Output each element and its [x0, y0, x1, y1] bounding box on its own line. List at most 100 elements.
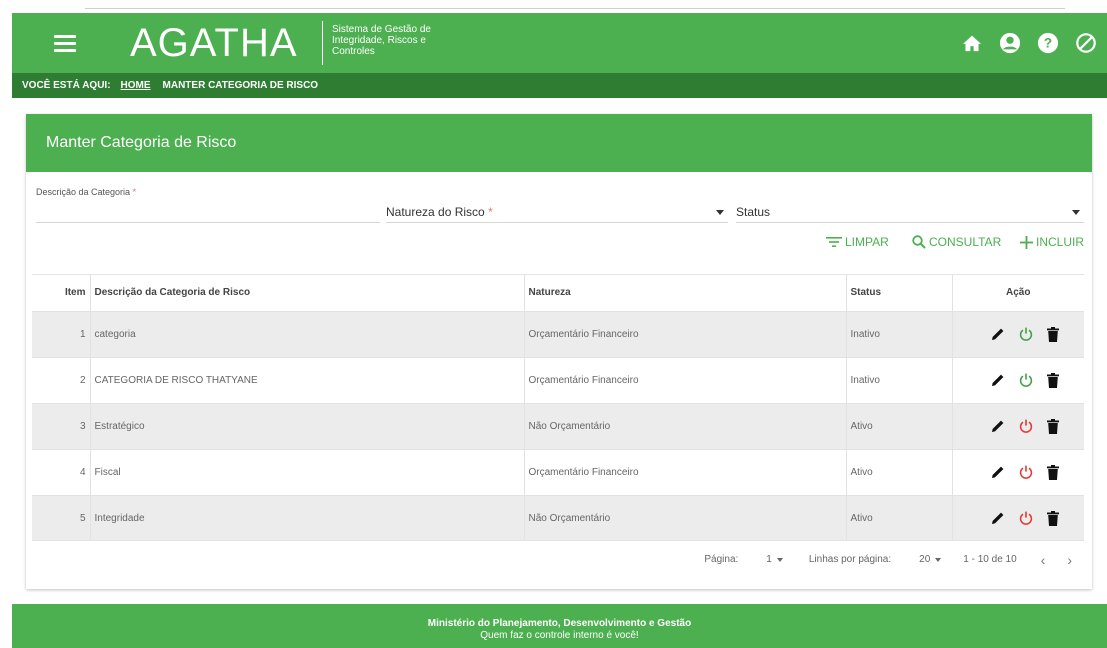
power-icon[interactable]	[1019, 327, 1033, 341]
menu-icon[interactable]	[54, 35, 76, 52]
col-descricao[interactable]: Descrição da Categoria de Risco	[90, 275, 525, 312]
cell-status: Inativo	[846, 357, 953, 404]
cell-natureza: Orçamentário Financeiro	[524, 357, 847, 404]
cell-natureza: Orçamentário Financeiro	[524, 311, 847, 358]
top-divider	[85, 8, 1065, 9]
delete-icon[interactable]	[1047, 327, 1061, 342]
table-row: 3 Estratégico Não Orçamentário Ativo	[32, 403, 1084, 450]
power-icon[interactable]	[1019, 419, 1033, 433]
delete-icon[interactable]	[1047, 419, 1061, 434]
breadcrumb: VOCÊ ESTÁ AQUI: HOME MANTER CATEGORIA DE…	[12, 73, 1107, 98]
cell-descricao: Estratégico	[90, 403, 525, 450]
edit-icon[interactable]	[991, 511, 1005, 525]
delete-icon[interactable]	[1047, 465, 1061, 480]
delete-icon[interactable]	[1047, 373, 1061, 388]
page-value: 1	[766, 554, 772, 565]
delete-icon[interactable]	[1047, 511, 1061, 526]
edit-icon[interactable]	[991, 419, 1005, 433]
cell-item: 5	[32, 495, 91, 540]
help-icon[interactable]: ?	[1037, 32, 1059, 54]
cell-item: 3	[32, 403, 91, 450]
prev-page-icon[interactable]: ‹	[1041, 552, 1046, 568]
filter-form: Descrição da Categoria * Natureza do Ris…	[26, 172, 1092, 227]
breadcrumb-current: MANTER CATEGORIA DE RISCO	[162, 80, 319, 91]
table-header-row: Item Descrição da Categoria de Risco Nat…	[32, 275, 1084, 312]
main-card: Manter Categoria de Risco Descrição da C…	[26, 114, 1092, 589]
cell-status: Ativo	[846, 495, 953, 540]
cell-status: Ativo	[846, 403, 953, 450]
breadcrumb-home-link[interactable]: HOME	[121, 80, 151, 91]
cell-descricao: Fiscal	[90, 449, 525, 496]
power-icon[interactable]	[1019, 465, 1033, 479]
consultar-button[interactable]: CONSULTAR	[912, 235, 1001, 249]
power-icon[interactable]	[1019, 511, 1033, 525]
svg-text:?: ?	[1044, 36, 1052, 51]
table-row: 4 Fiscal Orçamentário Financeiro Ativo	[32, 449, 1084, 496]
incluir-label: INCLUIR	[1036, 235, 1085, 249]
account-icon[interactable]	[999, 32, 1021, 54]
col-natureza[interactable]: Natureza	[524, 275, 847, 312]
edit-icon[interactable]	[991, 327, 1005, 341]
limpar-label: LIMPAR	[845, 235, 889, 249]
cell-acao	[952, 403, 1084, 450]
app-header: AGATHA Sistema de Gestão de Integridade,…	[12, 13, 1107, 73]
logo-divider	[322, 21, 323, 65]
cell-acao	[952, 357, 1084, 404]
chevron-down-icon	[776, 557, 783, 562]
incluir-button[interactable]: INCLUIR	[1020, 235, 1084, 249]
footer-slogan: Quem faz o controle interno é você!	[480, 630, 639, 641]
cell-item: 2	[32, 357, 91, 404]
status-label: Status	[736, 205, 771, 219]
breadcrumb-prefix: VOCÊ ESTÁ AQUI:	[22, 80, 111, 91]
cell-acao	[952, 311, 1084, 358]
filter-list-icon	[826, 237, 842, 247]
footer-ministry: Ministério do Planejamento, Desenvolvime…	[427, 618, 692, 629]
home-icon[interactable]	[961, 32, 983, 54]
descricao-label: Descrição da Categoria *	[36, 187, 137, 197]
page-label: Página:	[704, 554, 739, 565]
rows-per-page-value: 20	[919, 554, 931, 565]
cell-status: Inativo	[846, 311, 953, 358]
table-row: 2 CATEGORIA DE RISCO THATYANE Orçamentário…	[32, 357, 1084, 404]
rows-per-page-select[interactable]: 20	[919, 554, 942, 565]
power-icon[interactable]	[1019, 373, 1033, 387]
natureza-select[interactable]: Natureza do Risco *	[386, 202, 728, 223]
col-item[interactable]: Item	[32, 275, 91, 312]
limpar-button[interactable]: LIMPAR	[826, 235, 889, 249]
search-icon	[912, 235, 926, 249]
cell-natureza: Não Orçamentário	[524, 495, 847, 540]
cell-descricao: CATEGORIA DE RISCO THATYANE	[90, 357, 525, 404]
cell-item: 1	[32, 311, 91, 358]
chevron-down-icon	[716, 210, 724, 215]
cell-acao	[952, 495, 1084, 540]
col-status[interactable]: Status	[846, 275, 953, 312]
cell-natureza: Não Orçamentário	[524, 403, 847, 450]
descricao-field[interactable]: Descrição da Categoria *	[36, 186, 380, 223]
app-footer: Ministério do Planejamento, Desenvolvime…	[12, 604, 1107, 648]
cell-natureza: Orçamentário Financeiro	[524, 449, 847, 496]
add-icon	[1020, 235, 1033, 249]
table-row: 5 Integridade Não Orçamentário Ativo	[32, 495, 1084, 540]
page-select[interactable]: 1	[766, 554, 783, 565]
cell-status: Ativo	[846, 449, 953, 496]
chevron-down-icon	[935, 557, 942, 562]
table-row: 1 categoria Orçamentário Financeiro Inativo	[32, 311, 1084, 358]
pagination: Página: 1 Linhas por página: 20 1 - 10 d…	[32, 540, 1084, 578]
cell-item: 4	[32, 449, 91, 496]
results-table: Item Descrição da Categoria de Risco Nat…	[32, 274, 1084, 540]
action-bar: LIMPAR CONSULTAR INCLUIR	[26, 227, 1092, 271]
natureza-label: Natureza do Risco *	[386, 205, 493, 219]
header-actions: ?	[961, 32, 1097, 54]
app-logo: AGATHA	[130, 21, 298, 65]
block-icon[interactable]	[1075, 32, 1097, 54]
col-acao: Ação	[952, 275, 1084, 312]
consultar-label: CONSULTAR	[929, 235, 1002, 249]
cell-descricao: Integridade	[90, 495, 525, 540]
status-select[interactable]: Status	[736, 202, 1084, 223]
edit-icon[interactable]	[991, 465, 1005, 479]
next-page-icon[interactable]: ›	[1067, 552, 1072, 568]
edit-icon[interactable]	[991, 373, 1005, 387]
rows-per-page-label: Linhas por página:	[808, 554, 892, 565]
cell-descricao: categoria	[90, 311, 525, 358]
page-range: 1 - 10 de 10	[963, 554, 1017, 565]
